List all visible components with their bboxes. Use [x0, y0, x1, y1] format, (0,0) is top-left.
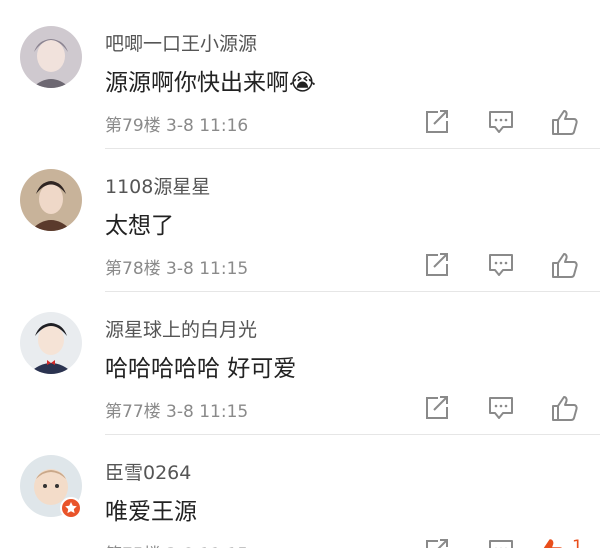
username[interactable]: 吧唧一口王小源源	[105, 29, 257, 56]
share-icon[interactable]	[422, 537, 452, 548]
avatar[interactable]	[20, 169, 82, 231]
comment-icon[interactable]	[486, 251, 516, 279]
comment-text: 唯爱王源	[105, 499, 197, 525]
thumbs-up-icon[interactable]	[550, 251, 580, 279]
username[interactable]: 1108源星星	[105, 172, 210, 199]
comment-icon[interactable]	[486, 537, 516, 548]
comment-item: 臣雪0264 唯爱王源 第75楼 3-8 11:15 1	[0, 429, 600, 548]
verified-badge-icon	[60, 497, 82, 519]
comment-text: 源源啊你快出来啊😭	[105, 70, 316, 96]
comment-meta: 第79楼 3-8 11:16	[105, 116, 249, 136]
avatar[interactable]	[20, 26, 82, 88]
thumbs-up-icon[interactable]	[550, 394, 580, 422]
comment-meta: 第77楼 3-8 11:15	[105, 402, 249, 422]
thumbs-up-icon[interactable]	[550, 108, 580, 136]
username[interactable]: 臣雪0264	[105, 458, 191, 485]
share-icon[interactable]	[422, 108, 452, 136]
comment-item: 吧唧一口王小源源 源源啊你快出来啊😭 第79楼 3-8 11:16	[0, 0, 600, 149]
like-count: 1	[572, 537, 583, 548]
thumbs-up-liked-icon[interactable]	[536, 537, 566, 548]
username[interactable]: 源星球上的白月光	[105, 315, 257, 342]
comment-item: 1108源星星 太想了 第78楼 3-8 11:15	[0, 143, 600, 292]
comment-text: 哈哈哈哈哈 好可爱	[105, 356, 297, 382]
comment-meta: 第78楼 3-8 11:15	[105, 259, 249, 279]
share-icon[interactable]	[422, 251, 452, 279]
avatar[interactable]	[20, 312, 82, 374]
comment-meta: 第75楼 3-8 11:15	[105, 540, 248, 548]
share-icon[interactable]	[422, 394, 452, 422]
comment-icon[interactable]	[486, 108, 516, 136]
comment-item: 源星球上的白月光 哈哈哈哈哈 好可爱 第77楼 3-8 11:15	[0, 286, 600, 435]
comment-icon[interactable]	[486, 394, 516, 422]
comment-text: 太想了	[105, 213, 174, 239]
